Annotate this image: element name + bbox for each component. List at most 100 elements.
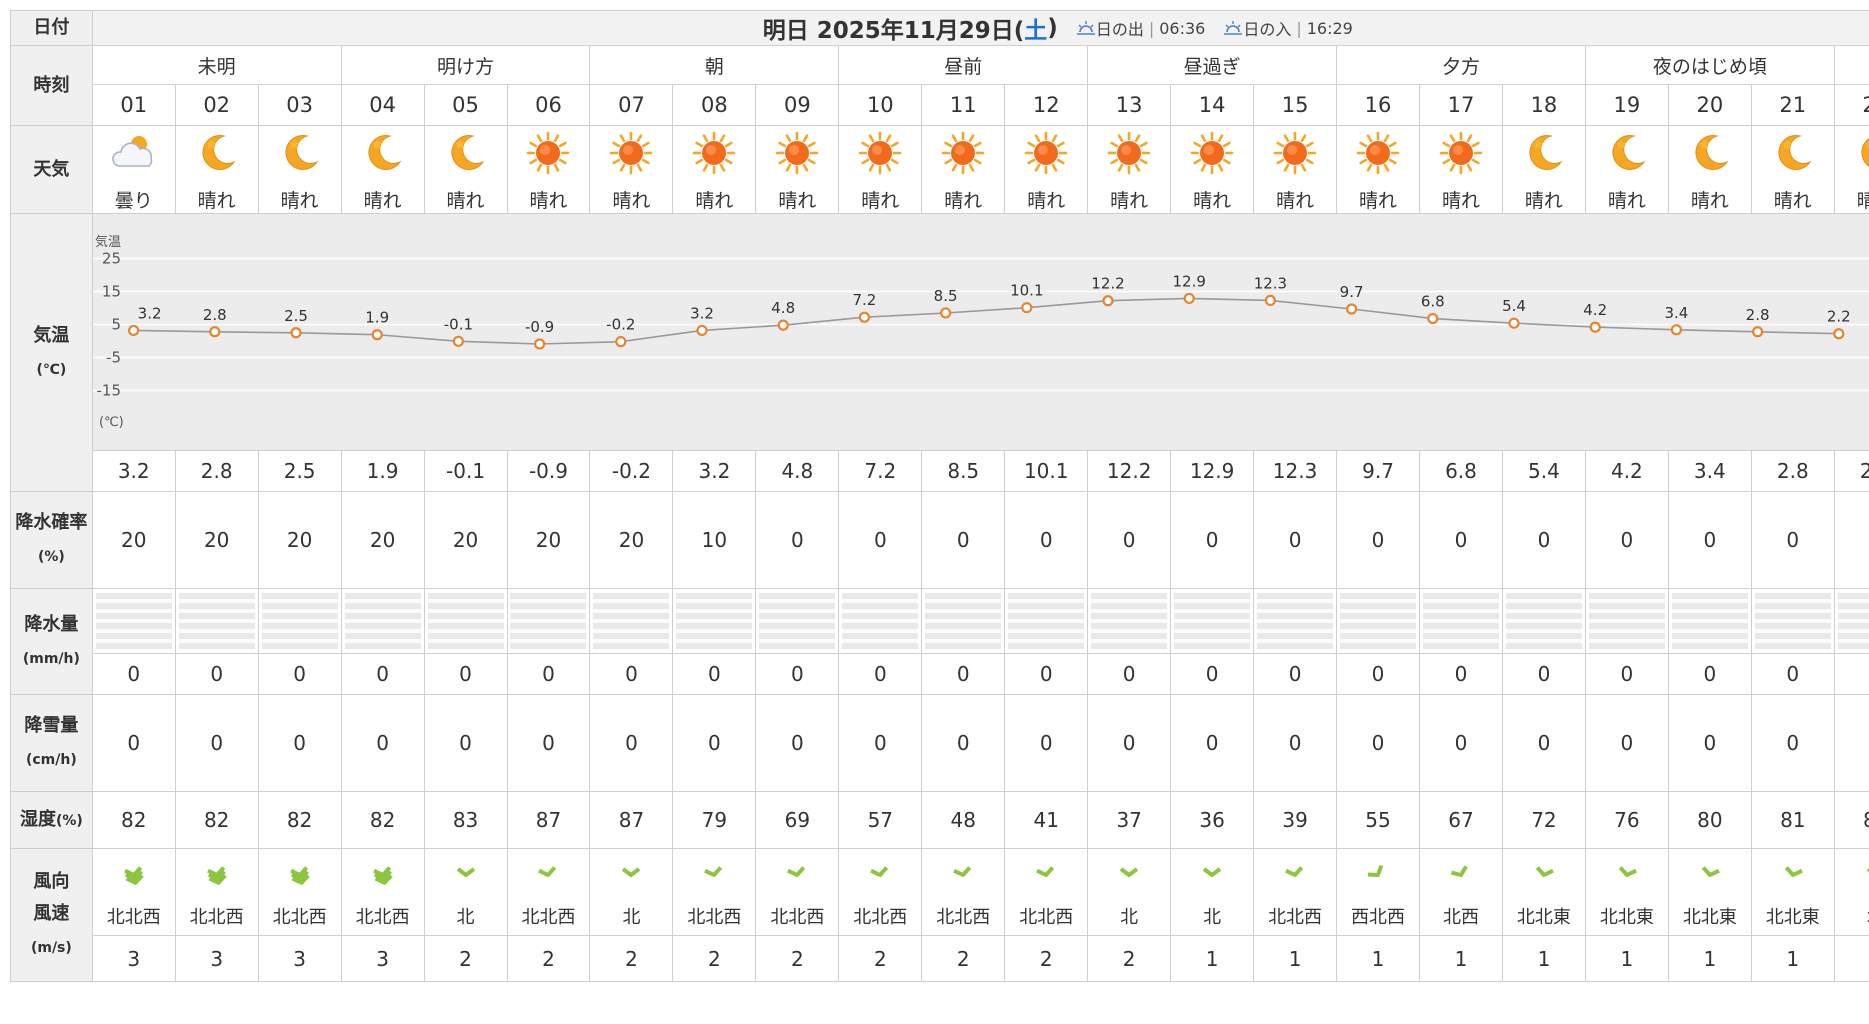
temperature-data-label: 5.4 <box>1502 297 1526 315</box>
weather-text: 晴れ <box>778 190 817 212</box>
precip-bar <box>510 593 587 649</box>
wind-dir-text: 北北西 <box>106 907 161 928</box>
sun-icon <box>508 130 589 180</box>
temperature-value-row-cell: 4.8 <box>755 450 840 492</box>
precip-prob-row-cell: 0 <box>1087 491 1172 589</box>
snowfall-row-cell: 0 <box>1253 694 1338 792</box>
weather-cell: 曇り <box>91 125 176 214</box>
wind-dir-cell: 北北西 <box>921 848 1006 936</box>
temperature-point <box>290 327 302 339</box>
wind-dir-text: 北北西 <box>272 907 327 928</box>
humidity-cell: 79 <box>672 791 757 849</box>
row-header-temperature-label: 気温 <box>33 324 70 346</box>
row-header-weather-label: 天気 <box>33 158 70 180</box>
precip-amount-row-cell: 0 <box>1087 653 1172 695</box>
precip-prob-row-cell: 10 <box>672 491 757 589</box>
wind-dir-text: 北北東 <box>1682 907 1737 928</box>
wind-direction-row: 風向 風速 (m/s) 北北西 北北西 北北西 北北西北北北西北北北西 北北西 北北西 北北西 北北… <box>10 848 1869 982</box>
precip-prob-row-cell: 0 <box>755 491 840 589</box>
precip-bar-cell <box>506 588 591 654</box>
wind-dir-text: 北北西 <box>770 907 825 928</box>
temperature-data-label: -0.1 <box>444 315 473 333</box>
weather-cell: 晴れ <box>1004 125 1089 214</box>
row-header-snow: 降雪量 (cm/h) <box>10 694 93 792</box>
hour-row-cell: 18 <box>1501 84 1586 126</box>
precip-prob-row-cell: 20 <box>340 491 425 589</box>
wind-dir-cell: 北北西 <box>1253 848 1338 936</box>
row-header-date: 日付 <box>10 10 93 46</box>
snowfall-row-cell: 0 <box>672 694 757 792</box>
snowfall-row-cell: 0 <box>340 694 425 792</box>
humidity-cell: 82 <box>91 791 176 849</box>
precip-bar-cell <box>755 588 840 654</box>
wind-speed-row-cell: 1 <box>1170 935 1255 982</box>
precip-amount-row-cell: 0 <box>838 653 923 695</box>
temperature-point <box>1345 303 1357 315</box>
period-label: 夕方 <box>1336 45 1586 85</box>
precip-bar <box>427 593 504 649</box>
wind-arrow-icon <box>1089 863 1170 891</box>
precip-prob-row-cell: 0 <box>1750 491 1835 589</box>
temperature-value-row-cell: 2.5 <box>257 450 342 492</box>
precip-amount-row-cell: 0 <box>1833 653 1869 695</box>
precip-bar <box>344 593 421 649</box>
snowfall-row-cell: 0 <box>1501 694 1586 792</box>
temperature-data-label: 4.2 <box>1583 301 1607 319</box>
weather-cell: 晴れ <box>589 125 674 214</box>
hour-row-cell: 15 <box>1253 84 1338 126</box>
y-tick-label: -15 <box>96 382 121 400</box>
sunset-label: 日の入 <box>1243 20 1292 39</box>
wind-dir-text: 北 <box>456 907 475 928</box>
snowfall-row-cell: 0 <box>91 694 176 792</box>
precip-prob-row-cell: 0 <box>1336 491 1420 589</box>
weather-cell: 晴れ <box>506 125 591 214</box>
temperature-point <box>452 335 464 347</box>
humidity-cell: 87 <box>589 791 674 849</box>
wind-arrow-icon <box>757 863 838 891</box>
sun-icon <box>1420 130 1501 180</box>
precip-prob-row-cell: 0 <box>1584 491 1669 589</box>
weather-text: 晴れ <box>1193 190 1232 212</box>
sunset-icon <box>1224 21 1243 35</box>
temperature-data-label: -0.9 <box>525 318 554 336</box>
precip-amount-row-cell: 0 <box>91 653 176 695</box>
wind-dir-text: 北 <box>1120 907 1139 928</box>
wind-speed-row-cell: 3 <box>174 935 259 982</box>
wind-dir-text: 北 <box>1203 907 1222 928</box>
hour-row-cell: 20 <box>1667 84 1752 126</box>
weather-text: 晴れ <box>1110 190 1149 212</box>
precip-amount-row-cell: 0 <box>423 653 508 695</box>
temperature-data-label: 8.5 <box>933 287 957 305</box>
precip-amount-row-cell: 0 <box>506 653 591 695</box>
precip-prob-row-cell: 20 <box>423 491 508 589</box>
snowfall-row: 降雪量(cm/h)0000000000000000000000 <box>10 694 1869 792</box>
wind-speed-row-cell: 2 <box>506 935 591 982</box>
wind-dir-text: 西北西 <box>1351 907 1406 928</box>
hour-row-cell: 17 <box>1419 84 1503 126</box>
humidity-unit: (%) <box>55 812 83 829</box>
precip-amount-row-cell: 0 <box>1750 653 1835 695</box>
weather-text: 晴れ <box>944 190 983 212</box>
precip-bar-cell <box>1004 588 1089 654</box>
temperature-point <box>371 329 383 341</box>
weather-cell: 晴れ <box>1501 125 1586 214</box>
temperature-point <box>1264 294 1276 307</box>
temperature-value-row-cell: 8.5 <box>921 450 1006 492</box>
weather-text: 晴れ <box>612 190 651 212</box>
weather-text: 晴れ <box>529 190 568 212</box>
wind-unit: (m/s) <box>30 940 72 956</box>
precip-bar-cell <box>921 588 1006 654</box>
precip-bar <box>1505 593 1582 649</box>
humidity-cell: 82 <box>257 791 342 849</box>
precip-amount-row-cell: 0 <box>1501 653 1586 695</box>
wind-dir-text: 北北西 <box>355 907 410 928</box>
weather-cell: 晴れ <box>423 125 508 214</box>
wind-dir-cell: 北北西 <box>506 848 591 936</box>
temperature-data-label: 4.8 <box>771 299 795 317</box>
moon-icon <box>259 130 340 180</box>
sunset-time: 16:29 <box>1306 18 1353 38</box>
precip-bar <box>178 593 255 649</box>
wind-dir-cell: 北 <box>589 848 674 936</box>
precip-bar <box>676 593 753 649</box>
wind-arrow-icon <box>508 863 589 891</box>
